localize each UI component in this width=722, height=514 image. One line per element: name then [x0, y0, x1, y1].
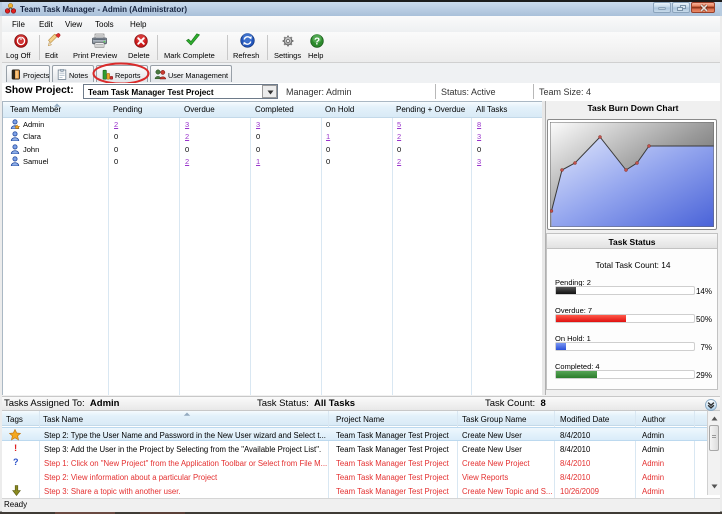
svg-text:?: ? — [314, 37, 320, 48]
